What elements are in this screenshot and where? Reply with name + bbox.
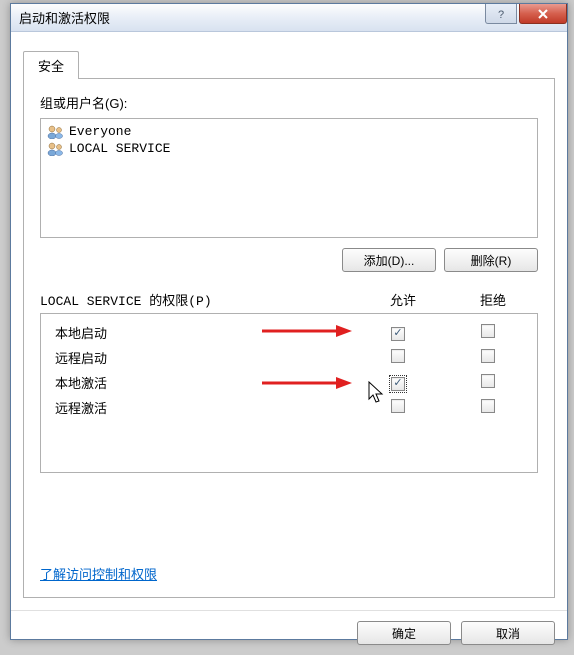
close-button[interactable] — [519, 4, 567, 24]
list-item-label: LOCAL SERVICE — [69, 141, 170, 156]
permission-label: 本地激活 — [55, 373, 353, 392]
cancel-button[interactable]: 取消 — [461, 621, 555, 645]
allow-checkbox-local-activate[interactable] — [391, 377, 405, 391]
help-button[interactable]: ? — [485, 4, 517, 24]
users-icon — [47, 125, 65, 139]
list-item[interactable]: LOCAL SERVICE — [45, 140, 533, 157]
permission-row: 本地激活 — [45, 370, 533, 395]
permission-row: 远程启动 — [45, 345, 533, 370]
groups-label: 组或用户名(G): — [40, 93, 538, 112]
deny-checkbox-remote-launch[interactable] — [481, 349, 495, 363]
deny-checkbox-remote-activate[interactable] — [481, 399, 495, 413]
groups-listbox[interactable]: Everyone LOCAL SERVICE — [40, 118, 538, 238]
remove-button[interactable]: 删除(R) — [444, 248, 538, 272]
permission-row: 本地启动 — [45, 320, 533, 345]
permissions-dialog: 启动和激活权限 ? 安全 组或用户名(G): — [10, 3, 568, 640]
ok-button[interactable]: 确定 — [357, 621, 451, 645]
list-item-label: Everyone — [69, 124, 131, 139]
deny-checkbox-local-activate[interactable] — [481, 374, 495, 388]
allow-checkbox-remote-launch[interactable] — [391, 349, 405, 363]
permission-label: 远程启动 — [55, 348, 353, 367]
permission-label: 远程激活 — [55, 398, 353, 417]
users-icon — [47, 142, 65, 156]
permissions-header: LOCAL SERVICE 的权限(P) — [40, 290, 358, 309]
add-button[interactable]: 添加(D)... — [342, 248, 436, 272]
tab-security[interactable]: 安全 — [23, 51, 79, 79]
permissions-listbox: 本地启动 远程启动 本地激活 — [40, 313, 538, 473]
window-title: 启动和激活权限 — [19, 8, 110, 27]
allow-checkbox-local-launch[interactable] — [391, 327, 405, 341]
tab-panel: 组或用户名(G): Everyone LOCAL SERVICE — [23, 78, 555, 598]
deny-checkbox-local-launch[interactable] — [481, 324, 495, 338]
permission-label: 本地启动 — [55, 323, 353, 342]
svg-text:?: ? — [498, 9, 504, 20]
permission-row: 远程激活 — [45, 395, 533, 420]
titlebar: 启动和激活权限 ? — [11, 4, 567, 32]
allow-checkbox-remote-activate[interactable] — [391, 399, 405, 413]
learn-more-link[interactable]: 了解访问控制和权限 — [40, 564, 157, 583]
allow-column-header: 允许 — [358, 290, 448, 309]
deny-column-header: 拒绝 — [448, 290, 538, 309]
list-item[interactable]: Everyone — [45, 123, 533, 140]
